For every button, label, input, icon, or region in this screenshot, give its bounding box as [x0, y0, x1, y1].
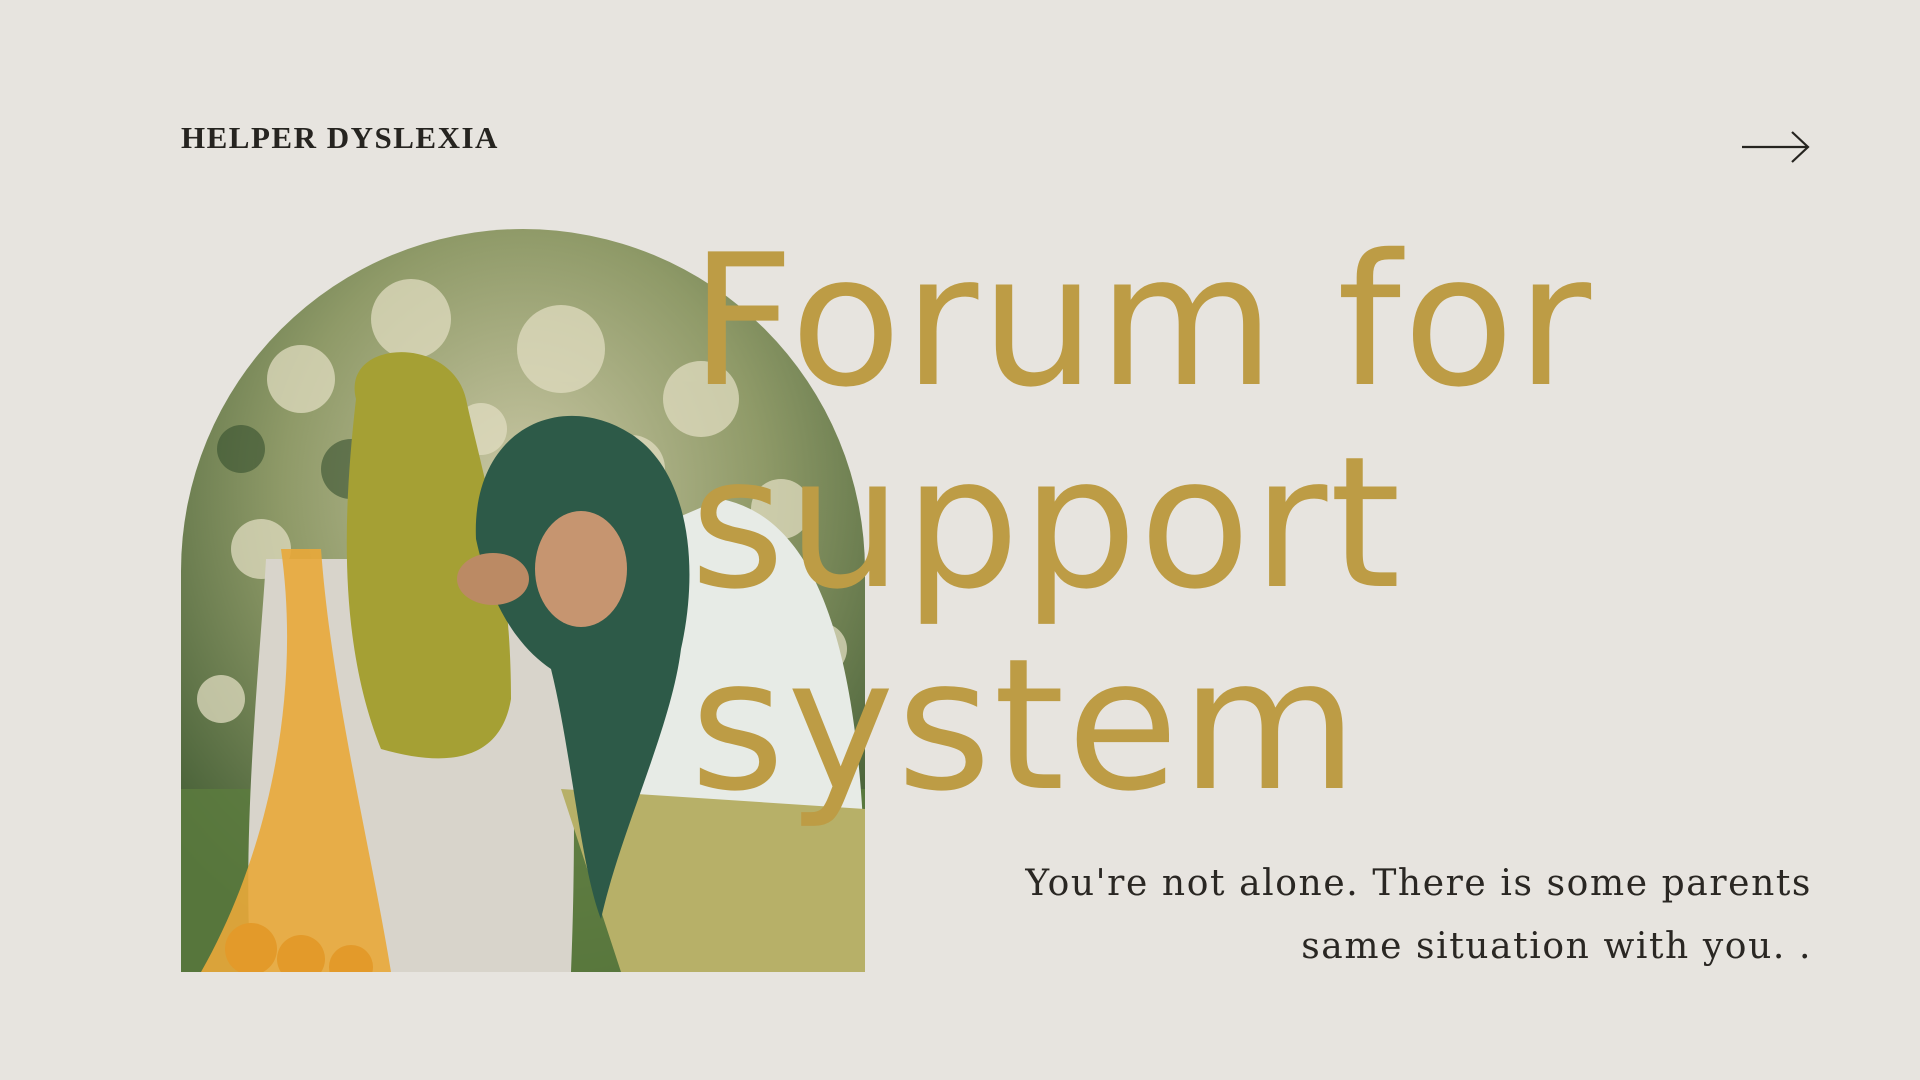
- headline-line: support: [690, 417, 1403, 629]
- arrow-right-icon[interactable]: [1740, 128, 1812, 166]
- headline-line: system: [690, 619, 1360, 831]
- headline: Forum for support system: [690, 220, 1840, 826]
- headline-line: Forum for: [690, 215, 1594, 427]
- subtext: You're not alone. There is some parents …: [1025, 863, 1812, 967]
- brand-name: HELPER DYSLEXIA: [181, 120, 499, 155]
